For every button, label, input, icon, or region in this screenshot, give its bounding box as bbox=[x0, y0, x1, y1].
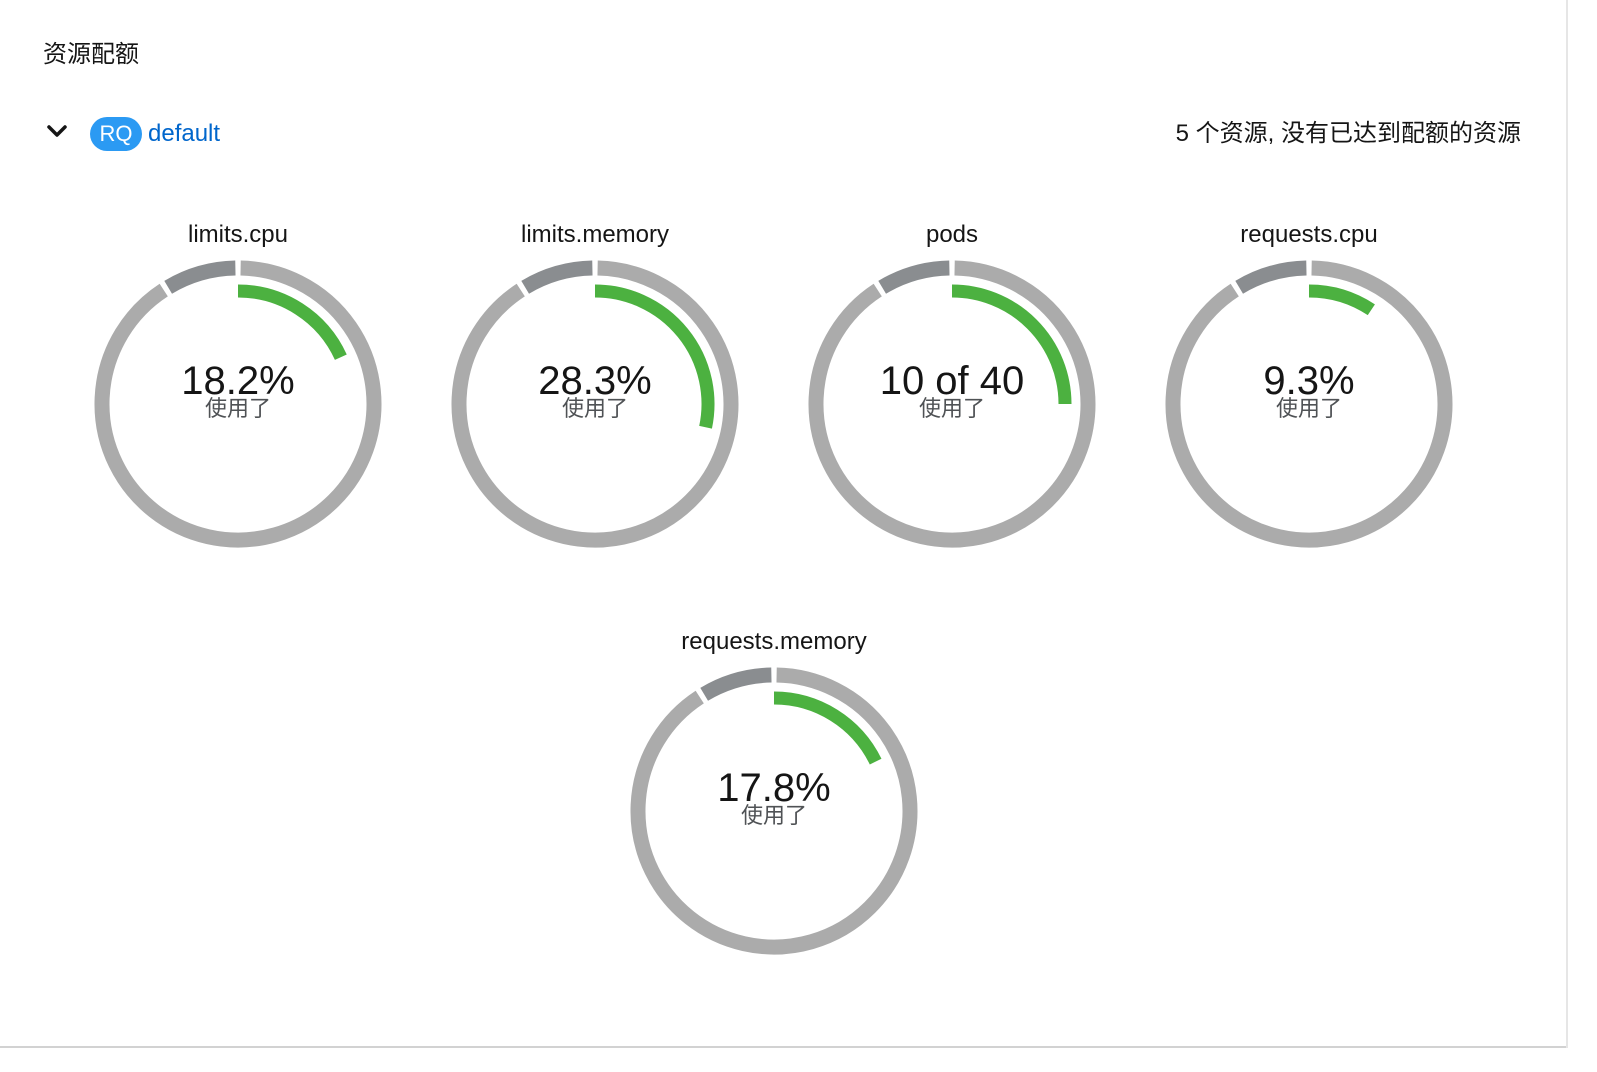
quota-donut: 9.3% 使用了 bbox=[1159, 254, 1459, 554]
resource-quota-link[interactable]: default bbox=[148, 117, 220, 151]
section-title: 资源配额 bbox=[43, 41, 139, 68]
quota-pods: pods 10 of 40 使用了 bbox=[802, 220, 1102, 560]
quota-label: limits.cpu bbox=[187, 221, 289, 248]
resource-quota-panel: 资源配额 RQ default 5 个资源, 没有已达到配额的资源 limits… bbox=[0, 0, 1566, 1048]
quota-limits-memory: limits.memory 28.3% 使用了 bbox=[445, 220, 745, 560]
quota-used-caption: 使用了 bbox=[740, 803, 807, 828]
quota-donut: 28.3% 使用了 bbox=[445, 254, 745, 554]
quota-label: requests.memory bbox=[681, 628, 867, 655]
quota-label: pods bbox=[925, 221, 979, 248]
quota-used-caption: 使用了 bbox=[918, 396, 985, 421]
resource-quota-badge: RQ bbox=[90, 117, 142, 151]
quota-donut: 18.2% 使用了 bbox=[88, 254, 388, 554]
quota-used-caption: 使用了 bbox=[204, 396, 271, 421]
donut-reserved-segment bbox=[700, 667, 772, 701]
donut-used-arc bbox=[1308, 284, 1375, 316]
quota-used-caption: 使用了 bbox=[561, 396, 628, 421]
quota-requests-memory: requests.memory 17.8% 使用了 bbox=[624, 627, 924, 967]
donut-reserved-segment bbox=[521, 260, 593, 294]
donut-reserved-segment bbox=[164, 260, 236, 294]
chevron-down-icon bbox=[47, 125, 67, 137]
quota-label: limits.memory bbox=[521, 221, 669, 248]
quota-donut: 17.8% 使用了 bbox=[624, 661, 924, 961]
resource-quota-row: RQ default 5 个资源, 没有已达到配额的资源 bbox=[0, 110, 1566, 158]
expand-toggle-button[interactable] bbox=[38, 114, 76, 152]
quota-used-caption: 使用了 bbox=[1275, 396, 1342, 421]
quota-requests-cpu: requests.cpu 9.3% 使用了 bbox=[1159, 220, 1459, 560]
donut-reserved-segment bbox=[878, 260, 950, 294]
quota-donut: 10 of 40 使用了 bbox=[802, 254, 1102, 554]
quota-limits-cpu: limits.cpu 18.2% 使用了 bbox=[88, 220, 388, 560]
resource-quota-summary: 5 个资源, 没有已达到配额的资源 bbox=[1175, 120, 1521, 147]
quota-label: requests.cpu bbox=[1240, 221, 1378, 248]
donut-reserved-segment bbox=[1235, 260, 1307, 294]
scrollbar-edge bbox=[1566, 0, 1568, 1048]
